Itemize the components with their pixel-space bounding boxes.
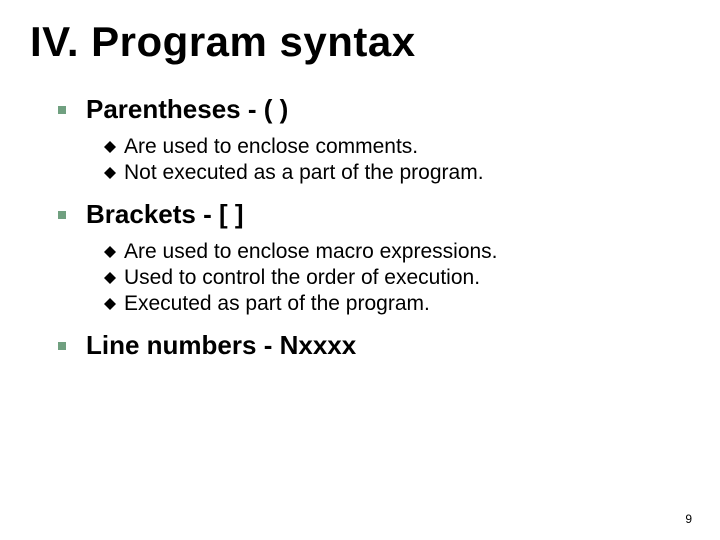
section-row: Parentheses - ( ) <box>58 94 690 125</box>
list-item: Used to control the order of execution. <box>104 266 690 290</box>
page-number: 9 <box>685 512 692 526</box>
item-text: Are used to enclose comments. <box>124 135 418 159</box>
diamond-bullet-icon <box>104 167 116 179</box>
section-linenumbers: Line numbers - Nxxxx <box>58 330 690 361</box>
section-heading: Brackets - [ ] <box>86 199 244 230</box>
item-text: Not executed as a part of the program. <box>124 161 484 185</box>
section-parentheses: Parentheses - ( ) Are used to enclose co… <box>58 94 690 185</box>
sub-list: Are used to enclose comments. Not execut… <box>58 135 690 185</box>
content-list: Parentheses - ( ) Are used to enclose co… <box>30 94 690 361</box>
diamond-bullet-icon <box>104 141 116 153</box>
item-text: Are used to enclose macro expressions. <box>124 240 498 264</box>
diamond-bullet-icon <box>104 246 116 258</box>
square-bullet-icon <box>58 106 66 114</box>
section-row: Brackets - [ ] <box>58 199 690 230</box>
section-heading: Line numbers - Nxxxx <box>86 330 356 361</box>
diamond-bullet-icon <box>104 272 116 284</box>
list-item: Are used to enclose macro expressions. <box>104 240 690 264</box>
slide-title: IV. Program syntax <box>30 18 690 66</box>
section-row: Line numbers - Nxxxx <box>58 330 690 361</box>
section-brackets: Brackets - [ ] Are used to enclose macro… <box>58 199 690 316</box>
list-item: Are used to enclose comments. <box>104 135 690 159</box>
section-heading: Parentheses - ( ) <box>86 94 288 125</box>
slide: IV. Program syntax Parentheses - ( ) Are… <box>0 0 720 540</box>
list-item: Not executed as a part of the program. <box>104 161 690 185</box>
square-bullet-icon <box>58 211 66 219</box>
square-bullet-icon <box>58 342 66 350</box>
sub-list: Are used to enclose macro expressions. U… <box>58 240 690 316</box>
diamond-bullet-icon <box>104 298 116 310</box>
item-text: Executed as part of the program. <box>124 292 430 316</box>
list-item: Executed as part of the program. <box>104 292 690 316</box>
item-text: Used to control the order of execution. <box>124 266 480 290</box>
